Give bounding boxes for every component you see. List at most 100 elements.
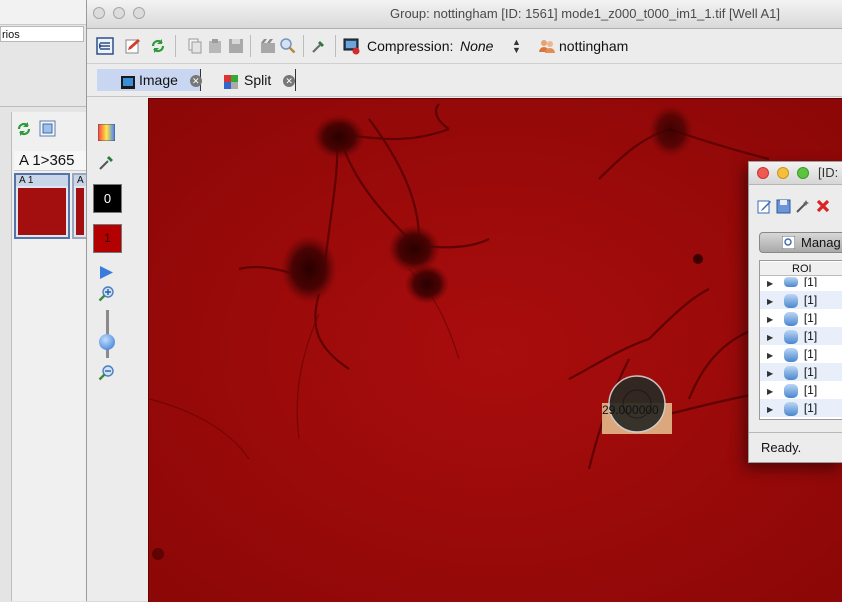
well-thumbnail-2-label: A xyxy=(74,175,86,186)
expand-arrow-icon[interactable]: ▶ xyxy=(767,315,773,324)
tab-split[interactable]: Split ✕ xyxy=(224,69,296,91)
channel-swatch-black[interactable]: 0 xyxy=(93,184,122,213)
tab-image-label: Image xyxy=(139,72,178,88)
image-viewer-window: Group: nottingham [ID: 1561] mode1_z000_… xyxy=(86,0,842,602)
color-picker-icon[interactable] xyxy=(97,123,116,144)
database-icon xyxy=(783,277,798,287)
well-thumbnail-label: A 1 xyxy=(16,175,68,186)
paste-icon[interactable] xyxy=(206,37,224,55)
compression-icon xyxy=(343,37,361,55)
expand-arrow-icon[interactable]: ▶ xyxy=(767,279,773,287)
roi-tab-manager[interactable]: Manag xyxy=(759,232,842,253)
save-roi-icon[interactable] xyxy=(776,199,791,217)
group-name[interactable]: nottingham xyxy=(559,29,628,63)
roi-row-label: [1] xyxy=(803,277,818,287)
table-row[interactable]: ▶ [1] xyxy=(760,345,842,363)
database-icon xyxy=(783,383,798,398)
viewer-toolbar: Compression: None ▲ ▼ nottingham xyxy=(87,29,842,64)
expand-arrow-icon[interactable]: ▶ xyxy=(767,297,773,306)
table-row[interactable]: ▶ [1] xyxy=(760,309,842,327)
roi-column-header[interactable]: ROI xyxy=(760,262,842,276)
microscopy-image xyxy=(149,99,842,602)
zoom-out-icon[interactable] xyxy=(98,365,115,385)
table-row[interactable]: ▶ [1] xyxy=(760,381,842,399)
roi-row-label: [1] xyxy=(803,383,818,397)
play-icon[interactable] xyxy=(99,265,114,283)
image-tab-icon xyxy=(121,73,135,95)
close-tab-icon[interactable]: ✕ xyxy=(283,75,296,88)
roi-window-title: [ID: xyxy=(818,165,839,180)
channel-swatch-red[interactable]: 1 xyxy=(93,224,122,253)
viewer-tab-bar: Image ✕ Split ✕ xyxy=(87,64,842,97)
database-icon xyxy=(783,347,798,362)
expand-arrow-icon[interactable]: ▶ xyxy=(767,405,773,414)
minimize-window-button[interactable] xyxy=(777,167,789,179)
table-row[interactable]: ▶ [1] xyxy=(760,363,842,381)
well-header: A 1>365 xyxy=(14,151,86,171)
edit-rendering-icon[interactable] xyxy=(124,37,142,55)
expand-arrow-icon[interactable]: ▶ xyxy=(767,333,773,342)
split-tab-icon xyxy=(224,73,238,95)
viewer-tool-column: 0 1 xyxy=(87,97,147,601)
database-icon xyxy=(783,329,798,344)
pipette-icon[interactable] xyxy=(310,37,328,55)
close-tab-icon[interactable]: ✕ xyxy=(189,75,202,88)
manager-tab-icon xyxy=(781,235,796,252)
roi-row-label: [1] xyxy=(803,401,818,415)
compression-label: Compression: xyxy=(367,38,454,54)
refresh-icon[interactable] xyxy=(149,37,167,55)
background-combo[interactable]: rios xyxy=(0,26,84,42)
refresh-icon[interactable] xyxy=(15,120,33,141)
eyedropper-icon[interactable] xyxy=(98,154,115,174)
table-row[interactable]: ▶ [1] xyxy=(760,327,842,345)
roi-title-bar[interactable]: [ID: xyxy=(749,162,842,185)
database-icon xyxy=(783,365,798,380)
copy-icon[interactable] xyxy=(186,37,204,55)
tab-split-label: Split xyxy=(244,72,272,88)
close-window-button[interactable] xyxy=(757,167,769,179)
delete-icon[interactable] xyxy=(815,198,831,217)
background-window-topbar xyxy=(0,0,86,25)
roi-row-label: [1] xyxy=(803,311,818,325)
roi-tab-manager-label: Manag xyxy=(801,235,841,250)
roi-status-text: Ready. xyxy=(749,432,842,461)
fit-view-icon[interactable] xyxy=(39,120,56,140)
movie-icon[interactable] xyxy=(259,37,277,55)
roi-row-label: [1] xyxy=(803,329,818,343)
roi-row-label: [1] xyxy=(803,293,818,307)
toolbar-separator xyxy=(250,35,251,57)
database-icon xyxy=(783,311,798,326)
table-row[interactable]: ▶ [1] xyxy=(760,399,842,417)
title-bar[interactable]: Group: nottingham [ID: 1561] mode1_z000_… xyxy=(87,0,842,29)
tab-image[interactable]: Image ✕ xyxy=(97,69,202,91)
well-thumbnail-2-image xyxy=(76,188,84,235)
save-icon[interactable] xyxy=(227,37,245,55)
zoom-window-button[interactable] xyxy=(797,167,809,179)
expand-arrow-icon[interactable]: ▶ xyxy=(767,369,773,378)
image-canvas[interactable]: 29.000000 xyxy=(148,98,842,602)
database-icon xyxy=(783,293,798,308)
database-icon xyxy=(783,401,798,416)
select-arrows-icon[interactable]: ▲ ▼ xyxy=(512,38,521,55)
roi-row-label: [1] xyxy=(803,347,818,361)
magic-wand-icon[interactable] xyxy=(795,199,810,217)
edit-icon[interactable] xyxy=(757,199,772,217)
roi-manager-window: [ID: Manag ROI ▶ [1] ▶ [1] ▶ [1] ▶ [1] ▶… xyxy=(748,161,842,463)
zoom-slider-knob[interactable] xyxy=(99,334,115,350)
table-row[interactable]: ▶ [1] xyxy=(760,291,842,309)
expand-arrow-icon[interactable]: ▶ xyxy=(767,351,773,360)
zoom-search-icon[interactable] xyxy=(279,37,297,55)
well-thumbnail[interactable]: A 1 xyxy=(14,173,70,239)
table-row[interactable]: ▶ [1] xyxy=(760,277,842,287)
window-title: Group: nottingham [ID: 1561] mode1_z000_… xyxy=(390,6,780,21)
roi-row-label: [1] xyxy=(803,365,818,379)
group-users-icon xyxy=(538,37,556,55)
toolbar-separator xyxy=(303,35,304,57)
zoom-in-icon[interactable] xyxy=(98,286,115,306)
expand-arrow-icon[interactable]: ▶ xyxy=(767,387,773,396)
toolbar-separator xyxy=(175,35,176,57)
roi-measurement-label: 29.000000 xyxy=(602,403,659,417)
panel-toggle-icon[interactable] xyxy=(96,37,114,55)
compression-select[interactable]: None xyxy=(460,29,493,63)
background-window: rios A 1>365 A 1 A xyxy=(0,0,88,602)
